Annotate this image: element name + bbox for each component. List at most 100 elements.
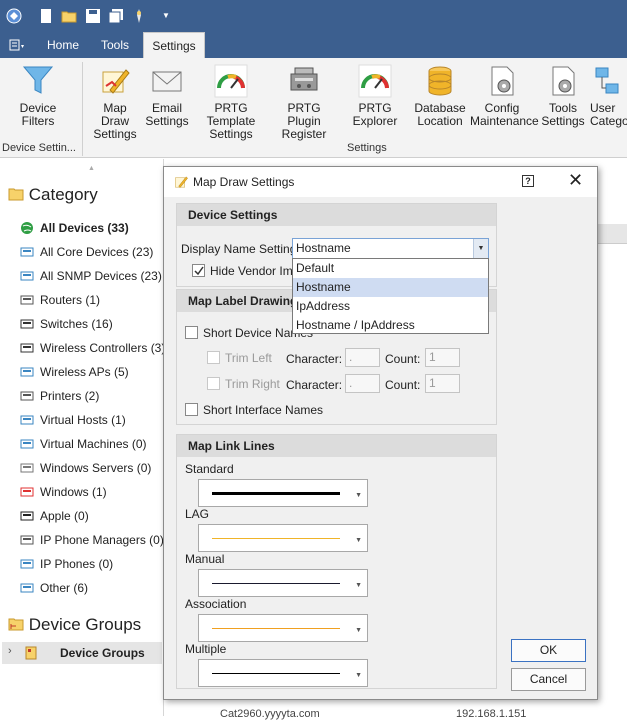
category-item[interactable]: All Devices (33) bbox=[20, 219, 129, 237]
short-device-names-checkbox[interactable] bbox=[185, 326, 198, 339]
app-logo-icon bbox=[6, 8, 22, 24]
save-all-icon[interactable] bbox=[108, 8, 124, 24]
core-device-icon bbox=[20, 245, 34, 259]
short-interface-names-label: Short Interface Names bbox=[203, 403, 324, 417]
short-interface-names-row[interactable]: Short Interface Names bbox=[185, 403, 323, 417]
cancel-button[interactable]: Cancel bbox=[511, 668, 586, 691]
category-item[interactable]: Printers (2) bbox=[20, 387, 99, 405]
chevron-down-icon[interactable]: ▼ bbox=[355, 582, 362, 589]
gauge-icon bbox=[214, 64, 248, 98]
category-item-label: Printers (2) bbox=[40, 389, 100, 403]
dropdown-option[interactable]: Hostname bbox=[293, 278, 488, 297]
device-groups-row-label: Device Groups bbox=[60, 646, 145, 660]
display-name-value: Hostname bbox=[296, 241, 351, 255]
display-name-dropdown-list: Default Hostname IpAddress Hostname / IpAdd… bbox=[292, 258, 489, 334]
tools-settings-button[interactable]: Tools Settings bbox=[538, 64, 588, 128]
expand-chevron-icon[interactable]: › bbox=[8, 645, 12, 657]
category-item[interactable]: Wireless APs (5) bbox=[20, 363, 129, 381]
trim-right-character-input[interactable]: . bbox=[345, 374, 380, 393]
category-item[interactable]: Routers (1) bbox=[20, 291, 100, 309]
chevron-down-icon[interactable]: ▼ bbox=[355, 492, 362, 499]
app-menu-button[interactable]: ▾ bbox=[4, 32, 28, 58]
group-label-settings: Settings bbox=[347, 142, 387, 154]
category-item[interactable]: Windows Servers (0) bbox=[20, 459, 151, 477]
tab-tools[interactable]: Tools bbox=[95, 32, 135, 58]
category-item[interactable]: Virtual Hosts (1) bbox=[20, 411, 126, 429]
category-item[interactable]: IP Phone Managers (0) bbox=[20, 531, 164, 549]
map-draw-settings-button[interactable]: Map Draw Settings bbox=[88, 64, 142, 141]
prtg-template-settings-button[interactable]: PRTG Template Settings bbox=[192, 64, 270, 141]
link-line-style-select[interactable]: ▼ bbox=[198, 524, 368, 552]
trim-right-label: Trim Right bbox=[225, 377, 280, 391]
display-name-label: Display Name Setting: bbox=[181, 242, 300, 256]
category-item[interactable]: Other (6) bbox=[20, 579, 88, 597]
display-name-select[interactable]: Hostname ▼ bbox=[292, 238, 489, 259]
category-item[interactable]: All Core Devices (23) bbox=[20, 243, 153, 261]
category-item[interactable]: Windows (1) bbox=[20, 483, 107, 501]
chevron-down-icon[interactable]: ▼ bbox=[355, 672, 362, 679]
config-maintenance-button[interactable]: Config Maintenance bbox=[470, 64, 539, 128]
prtg-plugin-register-button[interactable]: PRTG Plugin Register bbox=[272, 64, 336, 141]
category-item[interactable]: IP Phones (0) bbox=[20, 555, 113, 573]
trim-left-checkbox[interactable] bbox=[207, 351, 220, 364]
hide-vendor-row[interactable]: Hide Vendor Imag bbox=[192, 264, 306, 278]
router-icon bbox=[20, 293, 34, 307]
database-icon bbox=[428, 66, 452, 96]
category-item-label: Other (6) bbox=[40, 581, 89, 595]
hide-vendor-checkbox[interactable] bbox=[192, 264, 205, 277]
trim-left-count-label: Count: bbox=[385, 352, 421, 366]
link-line-style-select[interactable]: ▼ bbox=[198, 569, 368, 597]
category-item[interactable]: All SNMP Devices (23) bbox=[20, 267, 162, 285]
ok-button[interactable]: OK bbox=[511, 639, 586, 662]
link-line-style-select[interactable]: ▼ bbox=[198, 479, 368, 507]
chevron-down-icon[interactable]: ▼ bbox=[473, 239, 488, 258]
device-groups-tree-row[interactable]: › Device Groups bbox=[2, 642, 162, 664]
save-icon[interactable] bbox=[85, 8, 101, 24]
category-item-label: Switches (16) bbox=[40, 317, 113, 331]
dropdown-option[interactable]: Hostname / IpAddress bbox=[293, 316, 488, 335]
category-item[interactable]: Virtual Machines (0) bbox=[20, 435, 147, 453]
dropdown-option[interactable]: IpAddress bbox=[293, 297, 488, 316]
dialog-map-draw-icon bbox=[175, 176, 188, 188]
category-pane: ▲ Category All Devices (33) All Core Devi… bbox=[0, 159, 165, 716]
trim-left-character-input[interactable]: . bbox=[345, 348, 380, 367]
email-settings-button[interactable]: Email Settings bbox=[142, 64, 192, 128]
explorer-gauge-icon bbox=[358, 64, 392, 98]
discover-icon[interactable] bbox=[131, 8, 147, 24]
category-item[interactable]: Switches (16) bbox=[20, 315, 113, 333]
open-folder-icon[interactable] bbox=[61, 8, 77, 24]
tab-settings[interactable]: Settings bbox=[143, 32, 205, 58]
virtual-host-icon bbox=[20, 413, 34, 427]
link-line-style-select[interactable]: ▼ bbox=[198, 659, 368, 687]
trim-left-row[interactable]: Trim Left bbox=[207, 351, 272, 365]
device-filters-button[interactable]: Device Filters bbox=[10, 64, 66, 128]
tab-home[interactable]: Home bbox=[42, 32, 84, 58]
chevron-down-icon[interactable]: ▼ bbox=[355, 627, 362, 634]
device-filters-label-2: Filters bbox=[21, 114, 55, 128]
ip-phone-manager-icon bbox=[20, 533, 34, 547]
globe-icon bbox=[20, 221, 34, 235]
trim-left-count-input[interactable]: 1 bbox=[425, 348, 460, 367]
short-interface-names-checkbox[interactable] bbox=[185, 403, 198, 416]
new-file-icon[interactable] bbox=[38, 8, 54, 24]
category-item-label: Wireless Controllers (3) bbox=[40, 341, 166, 355]
category-item[interactable]: Apple (0) bbox=[20, 507, 89, 525]
chevron-down-icon[interactable]: ▼ bbox=[355, 537, 362, 544]
help-icon[interactable]: ? bbox=[522, 175, 534, 187]
trim-right-character-label: Character: bbox=[286, 378, 343, 392]
category-item[interactable]: Wireless Controllers (3) bbox=[20, 339, 165, 357]
trim-right-checkbox[interactable] bbox=[207, 377, 220, 390]
database-location-button[interactable]: Database Location bbox=[414, 64, 466, 128]
user-category-button[interactable]: User Catego bbox=[590, 64, 627, 128]
customize-qat-icon[interactable]: ▼ bbox=[162, 8, 178, 24]
printer-icon bbox=[20, 389, 34, 403]
line-style-preview bbox=[212, 628, 340, 629]
prtg-explorer-button[interactable]: PRTG Explorer bbox=[338, 64, 412, 128]
ribbon-panel: Device Filters Map Draw Settings Email S… bbox=[0, 58, 627, 158]
dropdown-option[interactable]: Default bbox=[293, 259, 488, 278]
trim-right-row[interactable]: Trim Right bbox=[207, 377, 280, 391]
scroll-up-arrow[interactable]: ▲ bbox=[88, 165, 95, 172]
trim-right-count-input[interactable]: 1 bbox=[425, 374, 460, 393]
close-icon[interactable]: ✕ bbox=[568, 170, 583, 191]
link-line-style-select[interactable]: ▼ bbox=[198, 614, 368, 642]
